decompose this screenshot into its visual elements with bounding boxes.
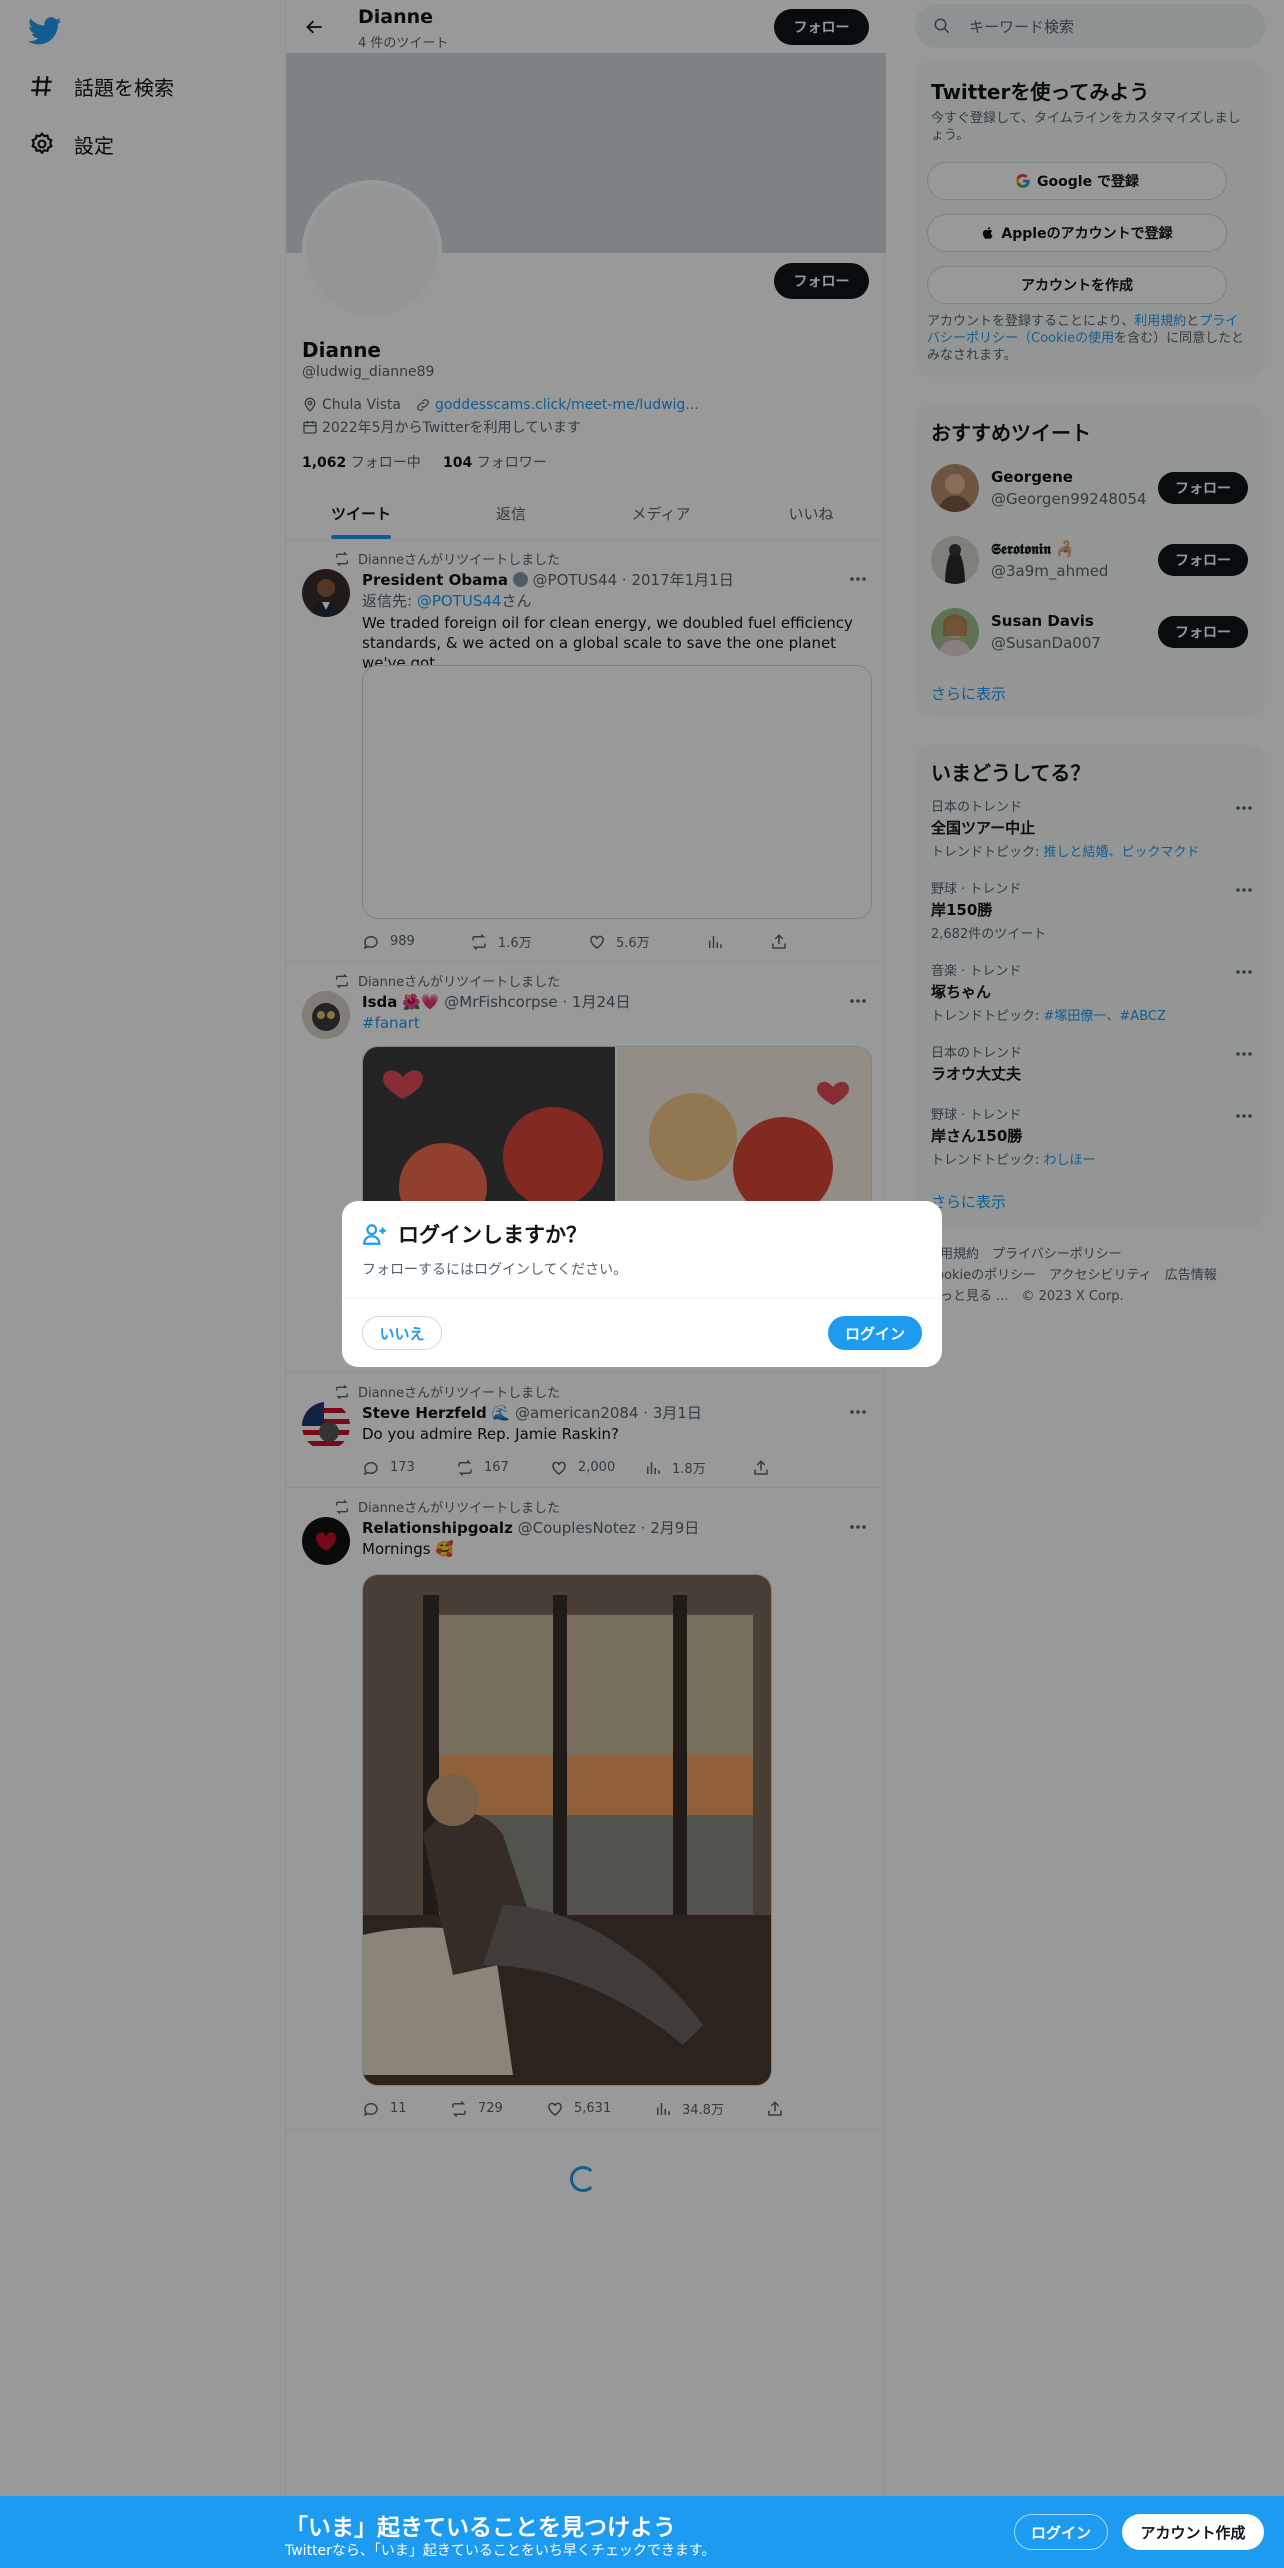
dialog-title: ログインしますか？ [398,1223,587,1247]
add-user-icon [362,1221,388,1251]
signup-bottom-bar: 「いま」起きていることを見つけよう Twitterなら、「いま」起きていることを… [0,2496,1284,2568]
login-button[interactable]: ログイン [828,1316,922,1350]
cancel-button[interactable]: いいえ [362,1316,442,1350]
bottom-bar-subtitle: Twitterなら、「いま」起きていることをいち早くチェックできます。 [285,2543,716,2559]
bottom-bar-title: 「いま」起きていることを見つけよう [285,2515,676,2541]
login-prompt-dialog: ログインしますか？ フォローするにはログインしてください。 いいえ ログイン [342,1201,942,1367]
dialog-divider [342,1298,942,1299]
dialog-message: フォローするにはログインしてください。 [362,1262,628,1278]
bottom-signup-button[interactable]: アカウント作成 [1122,2514,1264,2550]
bottom-login-button[interactable]: ログイン [1014,2514,1108,2550]
